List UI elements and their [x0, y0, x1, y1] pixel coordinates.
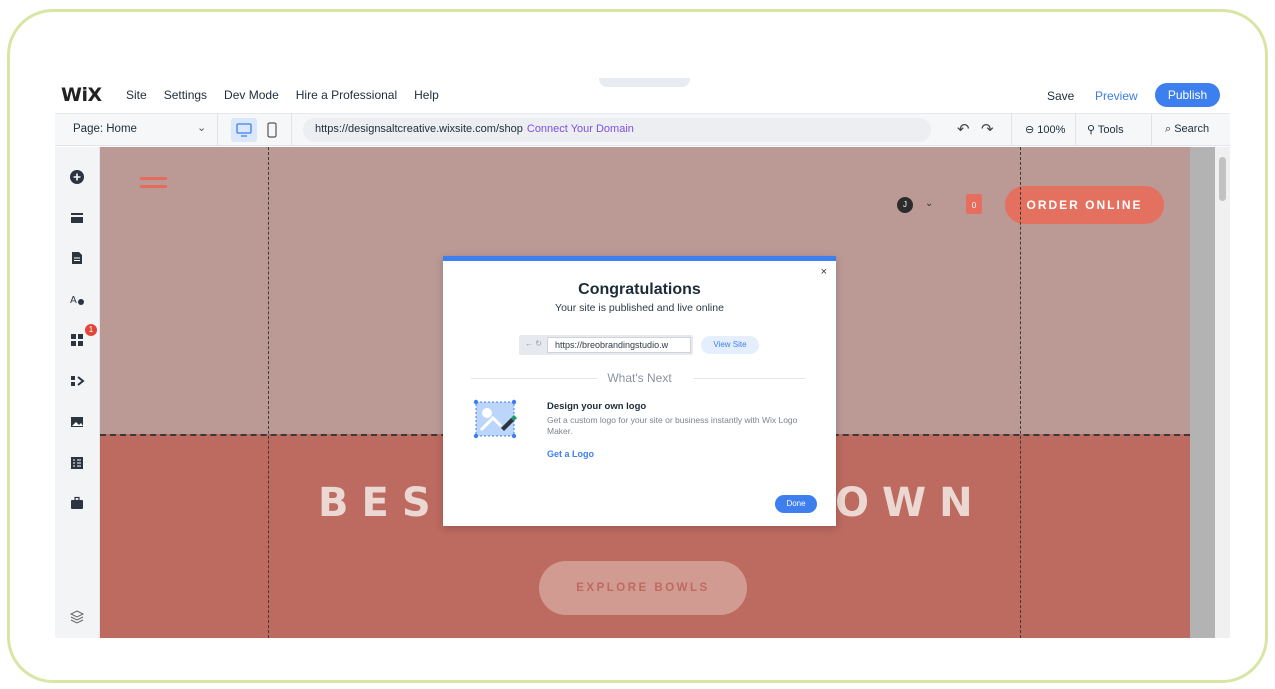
scrollbar-thumb[interactable] — [1219, 157, 1226, 201]
done-button[interactable]: Done — [775, 495, 817, 513]
mobile-icon — [267, 122, 277, 138]
canvas-scrollbar[interactable] — [1215, 147, 1230, 638]
site-url: https://designsaltcreative.wixsite.com/s… — [315, 123, 634, 135]
divider — [693, 378, 805, 379]
divider — [291, 114, 292, 146]
tools-icon: ⚲ — [1087, 124, 1098, 136]
tools-label: Tools — [1097, 124, 1124, 136]
hamburger-menu-icon[interactable] — [140, 177, 167, 193]
menu-hire-professional[interactable]: Hire a Professional — [296, 88, 397, 102]
divider — [217, 114, 218, 146]
business-icon[interactable] — [66, 370, 88, 392]
avatar[interactable]: J — [897, 197, 913, 213]
cms-icon[interactable] — [66, 452, 88, 474]
undo-icon[interactable]: ↶ — [957, 120, 970, 138]
menu-site[interactable]: Site — [126, 88, 147, 102]
dialog-title: Congratulations — [578, 281, 701, 298]
menu-help[interactable]: Help — [414, 88, 439, 102]
connect-domain-link[interactable]: Connect Your Domain — [527, 123, 634, 135]
published-url-row: ← ↻ https://breobrandingstudio.w — [519, 335, 693, 355]
layers-icon[interactable] — [66, 606, 88, 628]
publish-success-dialog: × Congratulations Your site is published… — [443, 256, 836, 526]
chevron-down-icon[interactable]: ⌄ — [197, 121, 206, 134]
collapse-handle[interactable]: ^ — [599, 78, 690, 87]
dialog-subtitle: Your site is published and live online — [555, 302, 724, 314]
desktop-icon — [236, 123, 252, 137]
wix-logo: WiX — [61, 84, 102, 106]
logo-maker-icon — [473, 398, 521, 444]
get-a-logo-link[interactable]: Get a Logo — [547, 449, 594, 459]
add-icon[interactable] — [66, 166, 88, 188]
search-label: Search — [1174, 123, 1210, 135]
menu-dev-mode[interactable]: Dev Mode — [224, 88, 279, 102]
top-bar: WiX Site Settings Dev Mode Hire a Profes… — [55, 78, 1230, 114]
search-icon: ⌕ — [1165, 123, 1175, 135]
site-url-text: https://designsaltcreative.wixsite.com/s… — [315, 123, 523, 135]
grid-guide — [268, 147, 269, 638]
publish-button[interactable]: Publish — [1155, 83, 1220, 107]
order-online-button[interactable]: ORDER ONLINE — [1005, 186, 1164, 224]
main-menu: Site Settings Dev Mode Hire a Profession… — [126, 88, 456, 102]
chevron-down-icon[interactable]: ⌄ — [925, 198, 933, 209]
browser-nav-icon: ← ↻ — [525, 339, 542, 348]
media-icon[interactable] — [66, 411, 88, 433]
close-icon[interactable]: × — [821, 266, 827, 278]
pages-icon[interactable] — [66, 247, 88, 269]
tools-button[interactable]: ⚲ Tools — [1087, 123, 1124, 136]
notification-badge: 1 — [85, 324, 97, 336]
left-toolbar: A 1 — [55, 147, 100, 638]
divider — [1075, 114, 1076, 146]
redo-icon[interactable]: ↷ — [981, 120, 994, 138]
mobile-view-button[interactable] — [261, 118, 283, 142]
sections-icon[interactable] — [66, 207, 88, 229]
divider — [1151, 114, 1152, 146]
hero-title-right: OWN — [835, 480, 986, 526]
divider — [1011, 114, 1012, 146]
logo-description: Get a custom logo for your site or busin… — [547, 415, 798, 436]
grid-guide — [1020, 147, 1021, 638]
editor-toolbar: Page: Home ⌄ https://designsaltcreative.… — [55, 114, 1230, 146]
preview-button[interactable]: Preview — [1095, 89, 1138, 103]
portfolio-icon[interactable] — [66, 492, 88, 514]
design-icon[interactable]: A — [66, 288, 88, 310]
save-button[interactable]: Save — [1047, 89, 1074, 103]
logo-heading: Design your own logo — [547, 401, 647, 412]
svg-text:A: A — [70, 295, 77, 306]
cart-icon[interactable]: 0 — [966, 194, 982, 214]
site-url-bar[interactable]: https://designsaltcreative.wixsite.com/s… — [303, 118, 931, 142]
page-selector[interactable]: Page: Home — [73, 123, 137, 135]
menu-settings[interactable]: Settings — [164, 88, 207, 102]
published-url[interactable]: https://breobrandingstudio.w — [547, 337, 691, 353]
explore-bowls-button[interactable]: EXPLORE BOWLS — [539, 561, 747, 615]
search-button[interactable]: ⌕ Search — [1165, 123, 1209, 136]
desktop-view-button[interactable] — [231, 118, 257, 142]
view-site-button[interactable]: View Site — [701, 336, 759, 354]
zoom-control[interactable]: ⊖ 100% — [1025, 123, 1065, 136]
